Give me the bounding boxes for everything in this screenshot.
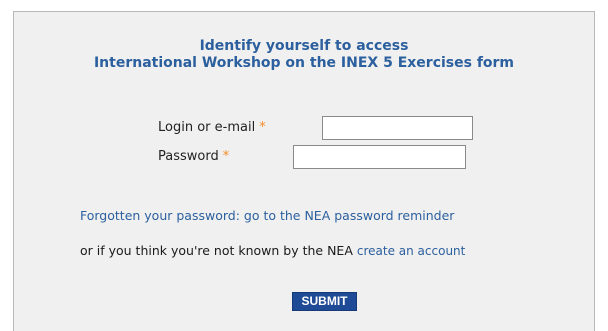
- forgot-password-link[interactable]: Forgotten your password: go to the NEA p…: [80, 208, 454, 223]
- login-field[interactable]: [322, 116, 473, 140]
- required-marker: *: [222, 149, 230, 164]
- unknown-user-line: or if you think you're not known by the …: [80, 243, 465, 258]
- page-title: Identify yourself to access Internationa…: [14, 38, 594, 72]
- create-account-link[interactable]: create an account: [357, 244, 466, 258]
- password-label-text: Password: [158, 149, 219, 164]
- required-marker: *: [259, 120, 266, 135]
- title-line-1: Identify yourself to access: [199, 38, 409, 54]
- password-label: Password *: [158, 149, 229, 164]
- password-row: Password *: [158, 145, 488, 169]
- login-row: Login or e-mail *: [158, 116, 488, 140]
- unknown-user-text: or if you think you're not known by the …: [80, 243, 353, 258]
- login-label-text: Login or e-mail: [158, 120, 256, 135]
- submit-button[interactable]: SUBMIT: [292, 292, 357, 311]
- password-field[interactable]: [293, 145, 466, 169]
- title-line-2: International Workshop on the INEX 5 Exe…: [93, 55, 515, 71]
- login-panel: Identify yourself to access Internationa…: [13, 11, 595, 331]
- login-label: Login or e-mail *: [158, 120, 266, 135]
